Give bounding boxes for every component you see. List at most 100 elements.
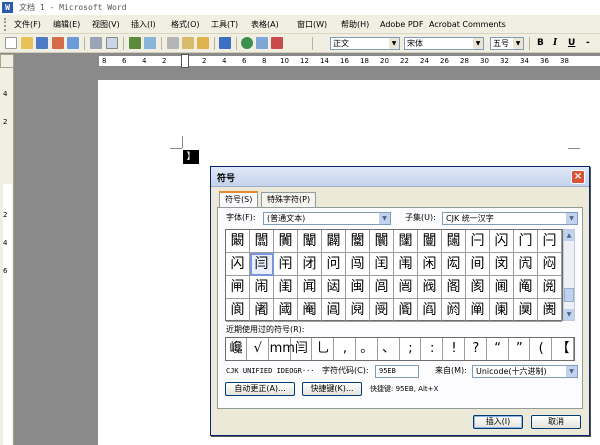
- paste-icon[interactable]: [182, 37, 194, 49]
- symbol-cell[interactable]: 阅: [538, 276, 562, 299]
- symbol-cell[interactable]: 阀: [418, 276, 442, 299]
- symbol-cell[interactable]: 门: [514, 230, 538, 253]
- symbol-cell[interactable]: 闫: [250, 253, 274, 276]
- symbol-cell[interactable]: 闶: [514, 253, 538, 276]
- hyperlink-icon[interactable]: [241, 37, 253, 49]
- menu-insert[interactable]: 插入(I): [131, 18, 156, 31]
- symbol-cell[interactable]: 阓: [538, 299, 562, 322]
- menu-view[interactable]: 视图(V): [92, 18, 120, 31]
- scroll-up-icon[interactable]: ▲: [564, 230, 574, 241]
- symbol-cell[interactable]: 闤: [370, 230, 394, 253]
- symbol-cell[interactable]: 闭: [298, 253, 322, 276]
- menu-grip[interactable]: [4, 18, 10, 31]
- recent-symbol-cell[interactable]: 【: [553, 338, 574, 360]
- scroll-down-icon[interactable]: ▼: [564, 309, 574, 320]
- symbol-cell[interactable]: 闢: [322, 230, 346, 253]
- dialog-titlebar[interactable]: 符号 ×: [211, 167, 589, 187]
- symbol-cell[interactable]: 闺: [274, 276, 298, 299]
- drawing-icon[interactable]: [271, 37, 283, 49]
- menu-tools[interactable]: 工具(T): [211, 18, 238, 31]
- recent-symbol-cell[interactable]: ,: [335, 338, 356, 360]
- recent-symbol-cell[interactable]: ;: [400, 338, 422, 360]
- symbol-cell[interactable]: 问: [322, 253, 346, 276]
- symbol-cell[interactable]: 闽: [346, 276, 370, 299]
- symbol-cell[interactable]: 阑: [490, 299, 514, 322]
- toolbar-overflow-button[interactable]: -: [586, 37, 590, 50]
- autocorrect-button[interactable]: 自动更正(A)...: [225, 382, 295, 396]
- print-preview-icon[interactable]: [106, 37, 118, 49]
- symbol-grid[interactable]: 闞闟闠闡闢闣闤闥闦闧闩闪门闩闪闫闬闭问闯闰闱闲闳间闵闶闷闸闹闺闻闼闽闾闿阀阁阂阃…: [225, 229, 563, 322]
- recent-symbol-cell[interactable]: :: [422, 338, 444, 360]
- symbol-cell[interactable]: 闞: [226, 230, 250, 253]
- symbol-cell[interactable]: 间: [466, 253, 490, 276]
- menu-help[interactable]: 帮助(H): [341, 18, 369, 31]
- recent-symbol-cell[interactable]: 乚: [313, 338, 335, 360]
- symbol-cell[interactable]: 闻: [298, 276, 322, 299]
- symbol-cell[interactable]: 阍: [394, 299, 418, 322]
- email-icon[interactable]: [67, 37, 79, 49]
- close-icon[interactable]: ×: [571, 170, 585, 184]
- word-app-icon[interactable]: W: [2, 2, 13, 13]
- symbol-cell[interactable]: 闣: [346, 230, 370, 253]
- chevron-down-icon[interactable]: ▼: [566, 213, 577, 224]
- symbol-cell[interactable]: 闹: [250, 276, 274, 299]
- recent-symbol-cell[interactable]: 闫: [291, 338, 313, 360]
- symbol-cell[interactable]: 闥: [394, 230, 418, 253]
- recent-symbol-cell[interactable]: 巉: [226, 338, 247, 360]
- recent-symbol-cell[interactable]: (: [531, 338, 553, 360]
- cancel-button[interactable]: 取消: [531, 415, 581, 429]
- tab-special-characters[interactable]: 特殊字符(P): [261, 192, 317, 207]
- symbol-cell[interactable]: 阒: [514, 299, 538, 322]
- menu-acrobat-comments[interactable]: Acrobat Comments: [429, 18, 506, 31]
- research-icon[interactable]: [144, 37, 156, 49]
- tables-icon[interactable]: [256, 37, 268, 49]
- symbol-cell[interactable]: 阋: [346, 299, 370, 322]
- symbol-cell[interactable]: 闲: [418, 253, 442, 276]
- symbol-cell[interactable]: 阄: [514, 276, 538, 299]
- symbol-cell[interactable]: 闿: [394, 276, 418, 299]
- format-painter-icon[interactable]: [197, 37, 209, 49]
- menu-window[interactable]: 窗口(W): [297, 18, 327, 31]
- save-icon[interactable]: [36, 37, 48, 49]
- symbol-cell[interactable]: 闬: [274, 253, 298, 276]
- symbol-cell[interactable]: 闷: [538, 253, 562, 276]
- underline-button[interactable]: U: [568, 37, 575, 50]
- chevron-down-icon[interactable]: ▼: [379, 213, 390, 224]
- print-icon[interactable]: [90, 37, 102, 49]
- insert-button[interactable]: 插入(I): [473, 415, 523, 429]
- symbol-cell[interactable]: 阇: [250, 299, 274, 322]
- from-select[interactable]: Unicode(十六进制) ▼: [472, 365, 578, 378]
- subset-select[interactable]: CJK 统一汉字 ▼: [442, 212, 578, 225]
- menu-edit[interactable]: 编辑(E): [53, 18, 80, 31]
- italic-button[interactable]: I: [553, 37, 557, 50]
- cut-icon[interactable]: [167, 37, 179, 49]
- recent-symbol-cell[interactable]: “: [488, 338, 509, 360]
- horizontal-ruler[interactable]: 8 6 4 2 2 4 6 8 10 12 14 16 18 20 22 24 …: [14, 54, 600, 68]
- chevron-down-icon[interactable]: ▼: [473, 38, 483, 49]
- symbol-cell[interactable]: 阎: [418, 299, 442, 322]
- open-folder-icon[interactable]: [21, 37, 33, 49]
- recent-symbol-cell[interactable]: ”: [509, 338, 531, 360]
- symbol-cell[interactable]: 阐: [466, 299, 490, 322]
- scroll-thumb[interactable]: [564, 288, 574, 302]
- symbol-cell[interactable]: 闟: [250, 230, 274, 253]
- recent-symbol-cell[interactable]: ?: [466, 338, 487, 360]
- symbol-cell[interactable]: 闡: [298, 230, 322, 253]
- style-combo[interactable]: 正文 ▼: [330, 37, 400, 50]
- symbol-cell[interactable]: 闵: [490, 253, 514, 276]
- symbol-cell[interactable]: 闪: [490, 230, 514, 253]
- shortcut-key-button[interactable]: 快捷键(K)...: [302, 382, 362, 396]
- recent-symbol-cell[interactable]: !: [444, 338, 465, 360]
- selected-text[interactable]: 】: [183, 150, 199, 164]
- symbol-cell[interactable]: 闰: [370, 253, 394, 276]
- undo-icon[interactable]: [219, 37, 231, 49]
- font-size-combo[interactable]: 五号 ▼: [490, 37, 524, 50]
- symbol-cell[interactable]: 闩: [538, 230, 562, 253]
- symbol-cell[interactable]: 阆: [226, 299, 250, 322]
- new-document-icon[interactable]: [5, 37, 17, 49]
- symbol-cell[interactable]: 闾: [370, 276, 394, 299]
- font-select[interactable]: (普通文本) ▼: [263, 212, 391, 225]
- symbol-cell[interactable]: 阁: [442, 276, 466, 299]
- symbol-cell[interactable]: 阏: [442, 299, 466, 322]
- symbol-cell[interactable]: 闧: [442, 230, 466, 253]
